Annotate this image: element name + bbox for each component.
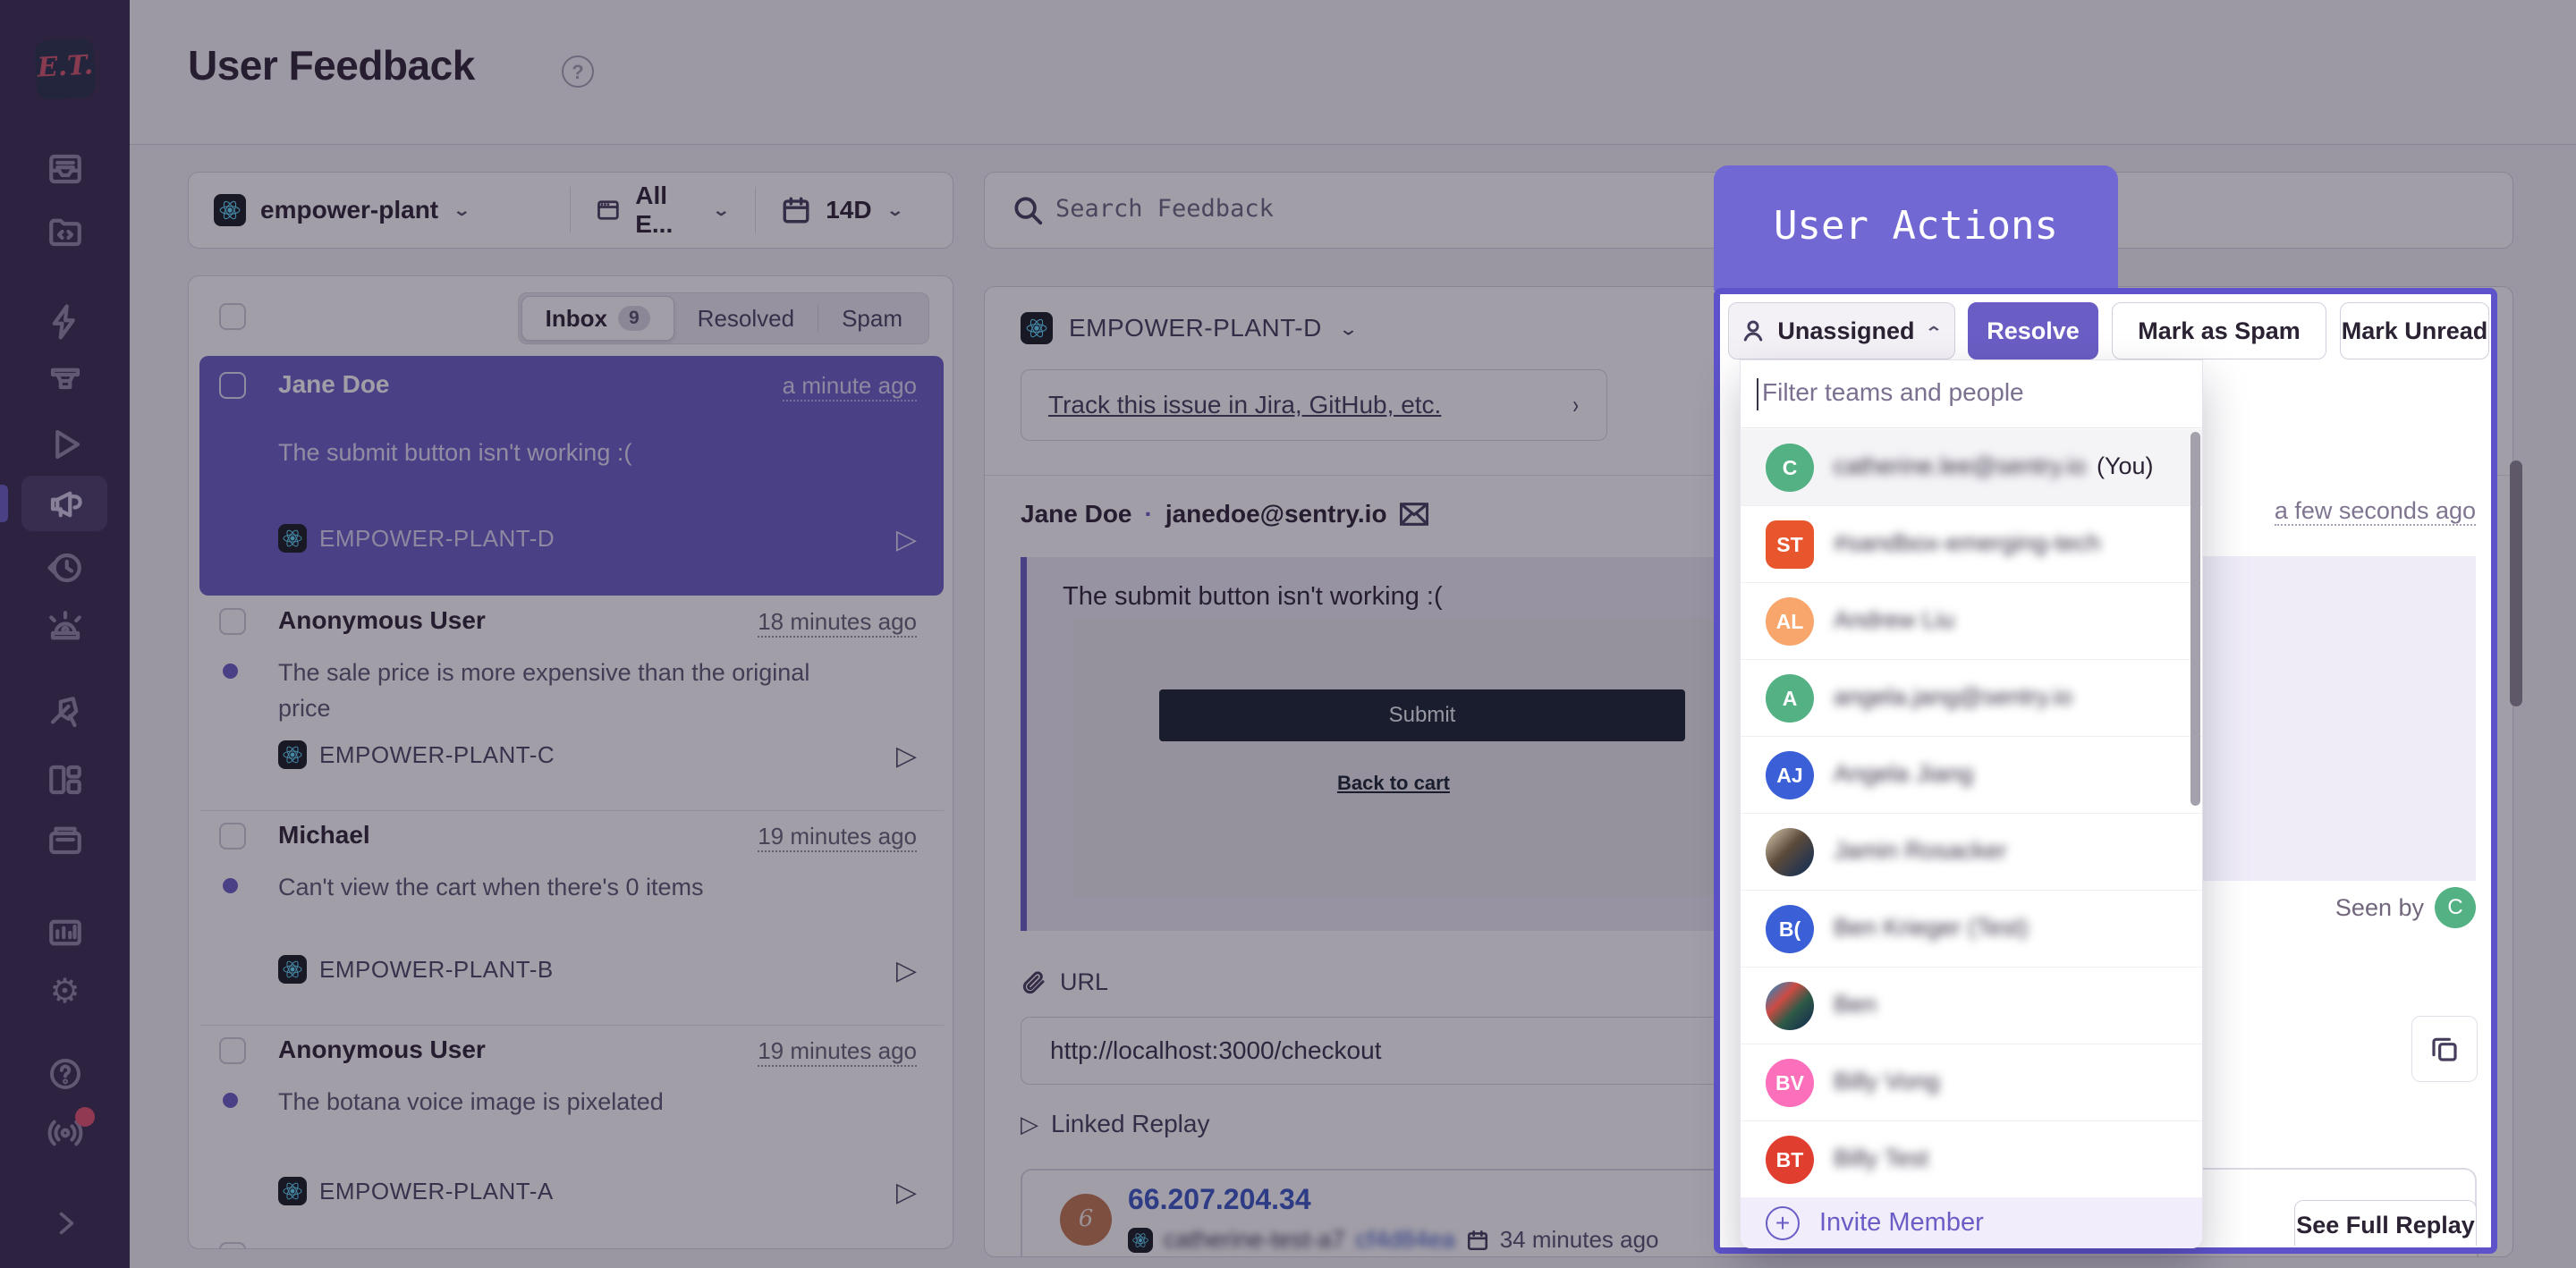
avatar: AJ: [1766, 751, 1814, 799]
assignee-option[interactable]: AJ Angela Jiang: [1741, 737, 2202, 814]
person-icon: [1740, 317, 1767, 344]
assignee-option[interactable]: C catherine.lee@sentry.io (You): [1741, 429, 2202, 506]
avatar: BV: [1766, 1059, 1814, 1107]
see-full-replay-button[interactable]: See Full Replay: [2294, 1200, 2477, 1246]
copy-url-button[interactable]: [2411, 1016, 2478, 1082]
message-background-fragment: [2203, 556, 2476, 881]
assignee-option[interactable]: ST #sandbox-emerging-tech: [1741, 506, 2202, 583]
avatar: BT: [1766, 1136, 1814, 1184]
avatar: C: [1766, 444, 1814, 492]
assignee-dropdown-button[interactable]: Unassigned ⌄: [1728, 302, 1955, 359]
invite-member-button[interactable]: + Invite Member: [1741, 1197, 2202, 1248]
avatar: [1766, 982, 1814, 1030]
dropdown-scrollbar[interactable]: [2190, 432, 2200, 806]
chevron-up-icon: ⌄: [1925, 322, 1943, 341]
popup-title: User Actions: [1714, 165, 2118, 291]
avatar: AL: [1766, 597, 1814, 646]
avatar: ST: [1766, 520, 1814, 569]
assignee-option[interactable]: A angela.jang@sentry.io: [1741, 660, 2202, 737]
filter-placeholder: Filter teams and people: [1762, 378, 2024, 407]
feedback-timestamp[interactable]: a few seconds ago: [2200, 497, 2476, 525]
copy-icon: [2430, 1035, 2459, 1063]
assignee-option[interactable]: Ben: [1741, 968, 2202, 1044]
seen-by-label: Seen by: [2200, 894, 2424, 922]
filter-people-input[interactable]: Filter teams and people: [1741, 360, 2202, 428]
assignee-option[interactable]: B( Ben Krieger (Test): [1741, 891, 2202, 968]
avatar: A: [1766, 674, 1814, 723]
mark-as-spam-button[interactable]: Mark as Spam: [2112, 302, 2326, 359]
assignee-option[interactable]: AL Andrew Liu: [1741, 583, 2202, 660]
text-cursor: [1757, 378, 1758, 410]
assignee-option[interactable]: Jamin Rosacker: [1741, 814, 2202, 891]
assignee-option[interactable]: BT Billy Test: [1741, 1121, 2202, 1198]
avatar: B(: [1766, 905, 1814, 953]
mark-unread-button[interactable]: Mark Unread: [2340, 302, 2489, 359]
seen-by-avatar: C: [2435, 887, 2476, 928]
resolve-button[interactable]: Resolve: [1968, 302, 2098, 359]
assignee-dropdown: Filter teams and people C catherine.lee@…: [1740, 359, 2203, 1248]
avatar: [1766, 828, 1814, 876]
assignee-option[interactable]: BV Billy Vong: [1741, 1044, 2202, 1121]
plus-circle-icon: +: [1766, 1206, 1800, 1240]
